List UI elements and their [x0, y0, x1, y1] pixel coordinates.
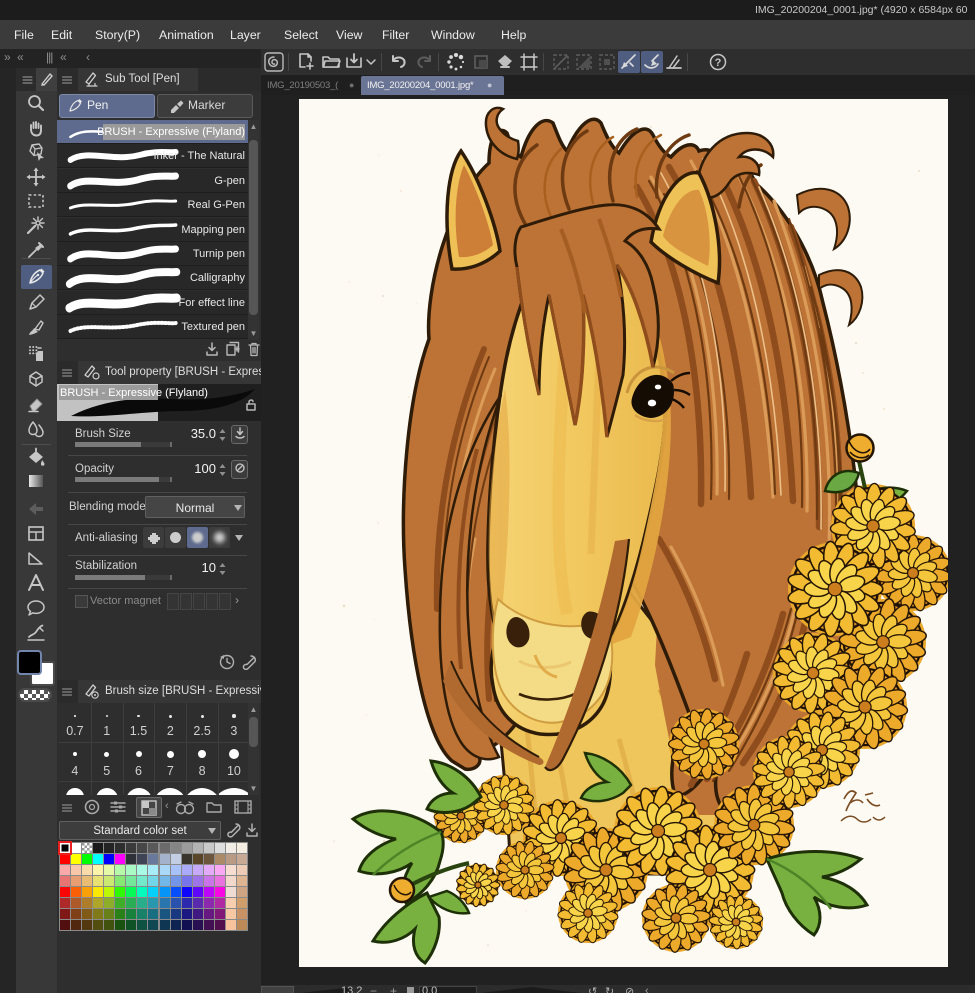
svg-text:?: ?	[715, 57, 722, 69]
